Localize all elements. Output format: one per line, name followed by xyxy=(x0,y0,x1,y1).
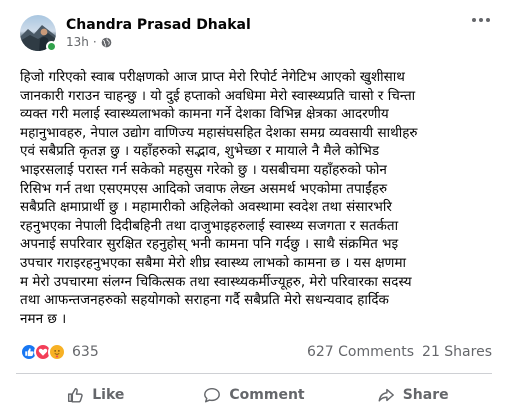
post-header: Chandra Prasad Dhakal 13h · xyxy=(20,12,251,54)
more-icon-dot xyxy=(486,18,490,22)
author-name[interactable]: Chandra Prasad Dhakal xyxy=(66,16,251,34)
comment-icon xyxy=(204,387,221,403)
comment-button-label: Comment xyxy=(229,387,305,403)
more-options-button[interactable] xyxy=(472,18,490,22)
like-button-label: Like xyxy=(92,387,125,403)
more-icon-dot xyxy=(479,18,483,22)
post-stats-bar: 635 627 Comments 21 Shares xyxy=(20,342,492,362)
share-icon xyxy=(378,388,394,402)
globe-icon[interactable] xyxy=(101,37,112,48)
post-actions-bar: Like Comment Share xyxy=(16,378,492,412)
reaction-count[interactable]: 635 xyxy=(72,344,99,360)
author-avatar[interactable] xyxy=(20,15,57,52)
comment-button[interactable]: Comment xyxy=(175,378,334,412)
like-button[interactable]: Like xyxy=(16,378,175,412)
comments-count[interactable]: 627 Comments xyxy=(307,344,414,360)
share-button-label: Share xyxy=(402,387,449,403)
online-status-dot xyxy=(46,41,57,52)
stats-divider xyxy=(16,373,492,374)
reactions-summary[interactable]: 635 xyxy=(20,343,99,361)
post-timestamp[interactable]: 13h xyxy=(66,34,89,50)
more-icon-dot xyxy=(472,18,476,22)
thumbs-up-icon xyxy=(68,387,83,403)
shares-count[interactable]: 21 Shares xyxy=(422,344,492,360)
share-button[interactable]: Share xyxy=(333,378,492,412)
care-icon xyxy=(48,343,66,361)
post-body-text: हिजो गरिएको स्वाब परीक्षणको आज प्राप्त म… xyxy=(20,69,418,327)
meta-separator: · xyxy=(92,35,97,49)
